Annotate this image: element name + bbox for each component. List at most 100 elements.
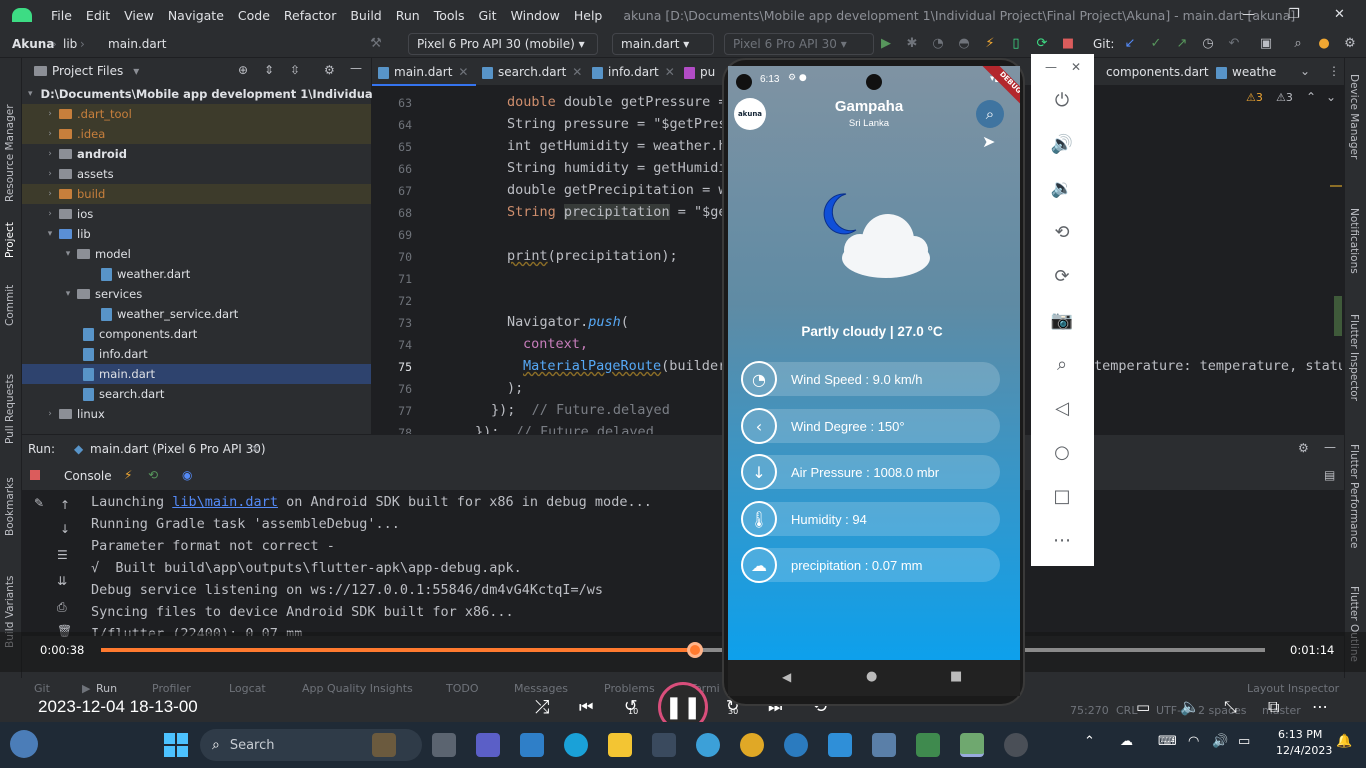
nav-back-icon[interactable]: ◀ [782, 670, 791, 684]
settings-gear-icon[interactable]: ⚙ [1342, 36, 1358, 52]
tree-root[interactable]: ▾ D:\Documents\Mobile app development 1\I… [22, 84, 395, 104]
layout-icon[interactable]: ▤ [1324, 468, 1335, 482]
hide-panel-icon[interactable]: — [350, 61, 362, 75]
task-view-icon[interactable] [432, 733, 456, 757]
seek-handle[interactable] [686, 642, 703, 658]
tool-tab-app-quality[interactable]: App Quality Insights [302, 682, 413, 695]
browser-icon[interactable] [696, 733, 720, 757]
breadcrumb-file[interactable]: main.dart [108, 37, 166, 51]
tree-item-android[interactable]: › android [22, 144, 371, 164]
more-vertical-icon[interactable]: ⋮ [1328, 64, 1340, 78]
tool-tab-profiler[interactable]: Profiler [152, 682, 191, 695]
vscode-icon[interactable] [520, 733, 544, 757]
run-settings-gear-icon[interactable]: ⚙ [1298, 441, 1309, 455]
edge-icon[interactable] [564, 733, 588, 757]
tree-item-assets[interactable]: › assets [22, 164, 371, 184]
git-update-icon[interactable]: ↙ [1122, 36, 1138, 52]
next-highlight-icon[interactable]: ⌄ [1326, 90, 1336, 104]
run-tab[interactable]: main.dart (Pixel 6 Pro API 30) [90, 442, 266, 456]
notifications-tab[interactable]: Notifications [1348, 208, 1360, 298]
battery-icon[interactable]: ▭ [1238, 734, 1250, 749]
app-icon[interactable] [872, 733, 896, 757]
file-explorer-icon[interactable] [608, 733, 632, 757]
device-manager-tab[interactable]: Device Manager [1348, 74, 1360, 184]
rollback-icon[interactable]: ↶ [1226, 36, 1242, 52]
windows-start-icon[interactable] [164, 733, 188, 757]
volume-up-icon[interactable]: 🔊 [1050, 133, 1074, 157]
tool-tab-todo[interactable]: TODO [446, 682, 479, 695]
maximize-icon[interactable]: ❐ [1288, 7, 1300, 22]
stop-icon[interactable] [30, 470, 40, 480]
sdk-manager-icon[interactable]: ▣ [1258, 36, 1274, 52]
options-gear-icon[interactable]: ⚙ [324, 63, 335, 77]
tool-tab-run[interactable]: Run [96, 682, 117, 695]
more-icon[interactable]: ⋯ [1050, 529, 1074, 553]
close-emulator-icon[interactable]: ✕ [1071, 60, 1081, 74]
clock-time[interactable]: 6:13 PM [1278, 728, 1322, 741]
close-icon[interactable]: ✕ [250, 442, 260, 456]
indent-setting[interactable]: 2 spaces [1198, 704, 1247, 717]
menu-code[interactable]: Code [238, 8, 270, 23]
updates-icon[interactable]: ● [1316, 36, 1332, 52]
search-everywhere-icon[interactable]: ⌕ [1290, 36, 1306, 52]
collapse-all-icon[interactable]: ⇳ [290, 63, 300, 77]
sync-icon[interactable]: ⟳ [1034, 36, 1050, 52]
edge-dev-icon[interactable] [784, 733, 808, 757]
tree-item-info-dart[interactable]: info.dart [22, 344, 371, 364]
console-tab[interactable]: Console [64, 469, 112, 483]
android-studio-icon[interactable] [960, 733, 984, 757]
system-tray-chevron-icon[interactable]: ⌃ [1084, 734, 1095, 749]
menu-tools[interactable]: Tools [434, 8, 465, 23]
onedrive-icon[interactable]: ☁ [1120, 734, 1133, 749]
resource-manager-tab[interactable]: Resource Manager [4, 72, 16, 202]
tab-weather[interactable]: weathe [1210, 58, 1284, 86]
close-icon[interactable]: ✕ [572, 65, 582, 79]
pull-requests-tab[interactable]: Pull Requests [4, 354, 16, 444]
menu-navigate[interactable]: Navigate [168, 8, 224, 23]
menu-run[interactable]: Run [396, 8, 420, 23]
commit-tab[interactable]: Commit [4, 276, 16, 326]
coverage-icon[interactable]: ◔ [930, 36, 946, 52]
tool-tab-messages[interactable]: Messages [514, 682, 568, 695]
teams-icon[interactable] [476, 733, 500, 757]
tool-tab-problems[interactable]: Problems [604, 682, 655, 695]
tree-item-search-dart[interactable]: search.dart [22, 384, 371, 404]
menu-edit[interactable]: Edit [86, 8, 110, 23]
vscode-insiders-icon[interactable] [828, 733, 852, 757]
store-icon[interactable] [652, 733, 676, 757]
close-icon[interactable]: ✕ [458, 65, 468, 79]
menu-file[interactable]: File [51, 8, 72, 23]
tabs-dropdown-icon[interactable]: ⌄ [1300, 64, 1310, 78]
run-icon[interactable]: ▶ [878, 36, 894, 52]
tree-item-weather-dart[interactable]: weather.dart [22, 264, 371, 284]
bookmarks-tab[interactable]: Bookmarks [4, 466, 16, 536]
mini-player-icon[interactable]: ⧉ [1268, 697, 1279, 717]
zoom-icon[interactable]: ⌕ [1050, 353, 1074, 377]
tool-tab-logcat[interactable]: Logcat [229, 682, 266, 695]
rotate-left-icon[interactable]: ⟲ [1050, 221, 1074, 245]
tab-info-dart[interactable]: info.dart ✕ [586, 58, 683, 86]
tree-item-ios[interactable]: › ios [22, 204, 371, 224]
clock-date[interactable]: 12/4/2023 [1276, 744, 1332, 757]
menu-window[interactable]: Window [511, 8, 560, 23]
tree-item-components-dart[interactable]: components.dart [22, 324, 371, 344]
back-icon[interactable]: ◁ [1050, 397, 1074, 421]
hammer-icon[interactable]: ⚒ [368, 36, 384, 52]
project-view-selector[interactable]: Project Files [52, 64, 123, 78]
obs-icon[interactable] [1004, 733, 1028, 757]
tree-item-lib[interactable]: ▾ lib [22, 224, 371, 244]
scroll-mark[interactable] [1334, 296, 1342, 336]
hot-restart-icon[interactable]: ⟲ [148, 468, 158, 482]
tab-pubspec[interactable]: pu [678, 58, 723, 86]
chevron-down-icon[interactable]: ▾ [133, 64, 139, 78]
history-icon[interactable]: ◷ [1200, 36, 1216, 52]
print-icon[interactable]: ⎙ [57, 600, 67, 615]
seek-track[interactable] [101, 642, 1265, 658]
hot-reload-icon[interactable]: ⚡ [982, 36, 998, 52]
flutter-inspector-tab[interactable]: Flutter Inspector [1348, 314, 1360, 434]
camera-icon[interactable]: 📷 [1050, 309, 1074, 333]
scroll-end-icon[interactable]: ⇊ [57, 574, 67, 588]
menu-git[interactable]: Git [479, 8, 497, 23]
tool-tab-git[interactable]: Git [34, 682, 50, 695]
flutter-performance-tab[interactable]: Flutter Performance [1348, 444, 1360, 574]
